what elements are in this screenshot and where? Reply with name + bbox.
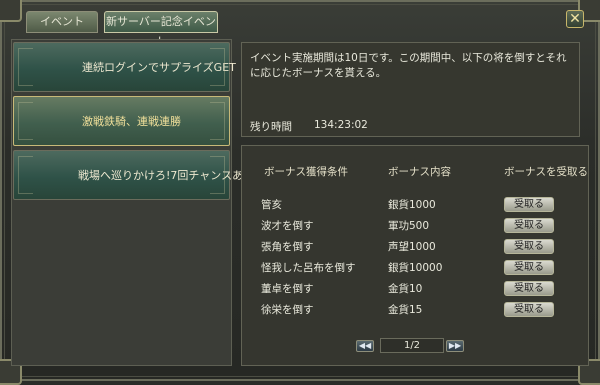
condition-cell: 張角を倒す [261, 241, 314, 253]
event-item-label: 連続ログインでサプライズGET [82, 61, 236, 74]
claim-button[interactable]: 受取る [504, 239, 554, 254]
claim-button[interactable]: 受取る [504, 281, 554, 296]
header-condition: ボーナス獲得条件 [264, 166, 348, 178]
event-list: 連続ログインでサプライズGET 激戦鉄騎、連戦連勝 戦場へ巡りかけろ!7回チャン… [11, 39, 243, 366]
close-icon[interactable]: ✕ [566, 10, 584, 28]
reward-cell: 金貨15 [388, 304, 423, 316]
claim-button[interactable]: 受取る [504, 260, 554, 275]
page-indicator: 1/2 [380, 338, 444, 353]
bonus-table: ボーナス獲得条件 ボーナス内容 ボーナスを受取る方 管亥 銀貨1000 受取る … [241, 145, 589, 366]
header-claim: ボーナスを受取る方 [504, 166, 588, 178]
event-item-label: 戦場へ巡りかけろ!7回チャンスあ [78, 169, 244, 182]
reward-cell: 軍功500 [388, 220, 430, 232]
reward-cell: 声望1000 [388, 241, 436, 253]
event-description: イベント実施期間は10日です。この期間中、以下の将を倒すとそれに応じたボーナスを… [250, 52, 567, 79]
event-item-battle[interactable]: 激戦鉄騎、連戦連勝 [13, 96, 230, 146]
reward-cell: 銀貨10000 [388, 262, 443, 274]
corner-ornament [0, 0, 22, 22]
event-item-login[interactable]: 連続ログインでサプライズGET [13, 42, 236, 92]
header-reward: ボーナス内容 [388, 166, 451, 178]
reward-cell: 銀貨1000 [388, 199, 436, 211]
event-description-panel: イベント実施期間は10日です。この期間中、以下の将を倒すとそれに応じたボーナスを… [241, 42, 580, 137]
condition-cell: 怪我した呂布を倒す [261, 262, 356, 274]
tab-new-server-event[interactable]: 新サーバー記念イベント [104, 11, 218, 48]
tab-event[interactable]: イベント [26, 11, 98, 33]
condition-cell: 董卓を倒す [261, 283, 314, 295]
condition-cell: 徐栄を倒す [261, 304, 314, 316]
event-item-battlefield[interactable]: 戦場へ巡りかけろ!7回チャンスあ [13, 150, 243, 200]
reward-cell: 金貨10 [388, 283, 423, 295]
remaining-time-label: 残り時間 [250, 121, 292, 133]
claim-button[interactable]: 受取る [504, 302, 554, 317]
prev-page-button[interactable]: ◀◀ [356, 340, 374, 352]
event-item-label: 激戦鉄騎、連戦連勝 [82, 115, 181, 128]
condition-cell: 管亥 [261, 199, 282, 211]
next-page-button[interactable]: ▶▶ [446, 340, 464, 352]
remaining-time-value: 134:23:02 [314, 119, 368, 131]
claim-button[interactable]: 受取る [504, 218, 554, 233]
claim-button[interactable]: 受取る [504, 197, 554, 212]
condition-cell: 波才を倒す [261, 220, 314, 232]
